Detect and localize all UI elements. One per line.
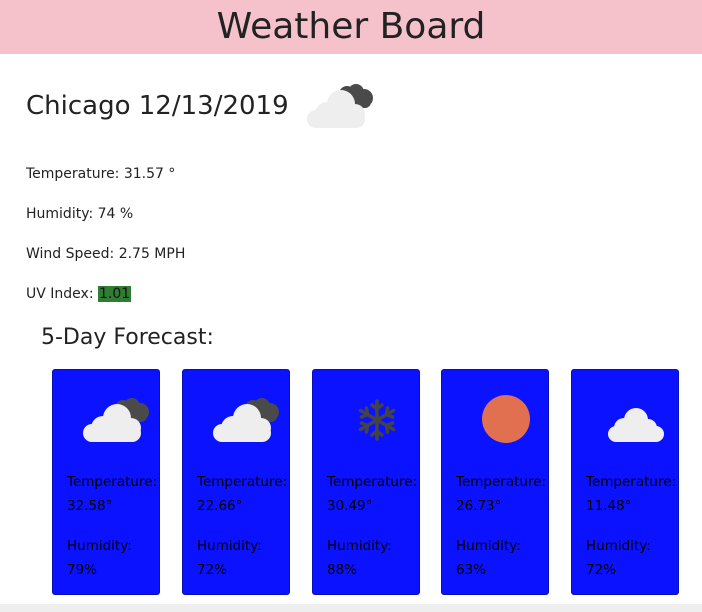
humidity-stat: Humidity: 74 %: [26, 206, 134, 222]
cloudy-icon: [209, 392, 283, 448]
snowflake-icon: [339, 392, 413, 448]
forecast-temp-label: Temperature:: [586, 474, 677, 490]
cloud-icon: [598, 392, 672, 448]
forecast-humidity-value: 88%: [327, 562, 358, 578]
forecast-humidity-label: Humidity:: [67, 538, 132, 554]
forecast-humidity-value: 63%: [456, 562, 487, 578]
forecast-humidity-label: Humidity:: [197, 538, 262, 554]
uv-index-stat: UV Index: 1.01: [26, 286, 132, 302]
forecast-temp-label: Temperature:: [197, 474, 288, 490]
page-bottom-edge: [0, 604, 702, 612]
cloudy-icon: [303, 78, 379, 134]
forecast-temp-value: 26.73°: [456, 498, 502, 514]
forecast-card: Temperature: 22.66° Humidity: 72%: [182, 369, 290, 595]
header-bar: Weather Board: [0, 0, 702, 54]
forecast-humidity-value: 72%: [197, 562, 228, 578]
forecast-title: 5-Day Forecast:: [41, 325, 214, 350]
forecast-card: Temperature: 30.49° Humidity: 88%: [312, 369, 420, 595]
forecast-temp-label: Temperature:: [456, 474, 547, 490]
app-title: Weather Board: [216, 6, 486, 47]
forecast-humidity-label: Humidity:: [456, 538, 521, 554]
forecast-humidity-value: 79%: [67, 562, 98, 578]
forecast-temp-value: 30.49°: [327, 498, 373, 514]
uv-index-label: UV Index:: [26, 286, 98, 302]
sun-icon: [468, 392, 542, 448]
forecast-temp-label: Temperature:: [67, 474, 158, 490]
forecast-humidity-label: Humidity:: [586, 538, 651, 554]
forecast-cards: Temperature: 32.58° Humidity: 79% Temper…: [52, 369, 702, 612]
wind-speed-stat: Wind Speed: 2.75 MPH: [26, 246, 186, 262]
forecast-card: Temperature: 32.58° Humidity: 79%: [52, 369, 160, 595]
forecast-humidity-value: 72%: [586, 562, 617, 578]
forecast-temp-value: 11.48°: [586, 498, 632, 514]
uv-index-badge: 1.01: [97, 286, 132, 302]
forecast-temp-value: 32.58°: [67, 498, 113, 514]
city-date-title: Chicago 12/13/2019: [26, 91, 289, 121]
forecast-temp-value: 22.66°: [197, 498, 243, 514]
forecast-humidity-label: Humidity:: [327, 538, 392, 554]
forecast-temp-label: Temperature:: [327, 474, 418, 490]
temperature-stat: Temperature: 31.57 °: [26, 166, 176, 182]
forecast-card: Temperature: 26.73° Humidity: 63%: [441, 369, 549, 595]
current-weather-heading: Chicago 12/13/2019: [26, 78, 379, 134]
cloudy-icon: [79, 392, 153, 448]
forecast-card: Temperature: 11.48° Humidity: 72%: [571, 369, 679, 595]
